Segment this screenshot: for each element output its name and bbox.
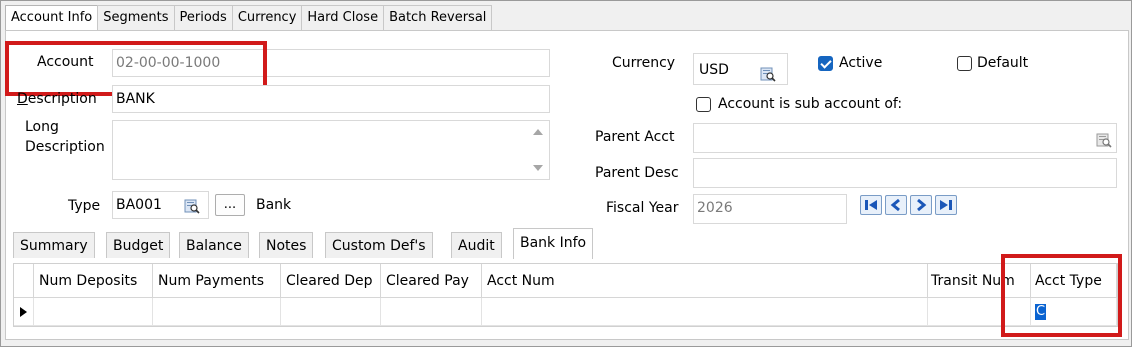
tab-budget[interactable]: Budget <box>106 232 171 258</box>
cell-cleared-pay[interactable] <box>381 298 482 326</box>
type-name: Bank <box>256 197 292 213</box>
currency-value: USD <box>699 62 729 78</box>
fiscal-year-label: Fiscal Year <box>606 200 679 216</box>
first-record-icon[interactable] <box>860 195 882 215</box>
tab-segments[interactable]: Segments <box>97 5 175 30</box>
tab-hard-close[interactable]: Hard Close <box>301 5 385 30</box>
tab-notes[interactable]: Notes <box>259 232 314 258</box>
bank-info-grid: Num Deposits Num Payments Cleared Dep Cl… <box>13 263 1118 327</box>
fiscal-year-field[interactable]: 2026 <box>693 194 847 224</box>
cell-acct-num[interactable] <box>482 298 928 326</box>
tab-batch-reversal[interactable]: Batch Reversal <box>383 5 493 30</box>
currency-label: Currency <box>612 55 676 71</box>
currency-field[interactable]: USD <box>693 53 788 85</box>
cell-cleared-dep[interactable] <box>281 298 381 326</box>
long-description-label-line2: Description <box>25 139 105 155</box>
type-browse-button[interactable]: ... <box>215 194 245 216</box>
long-description-label-line1: Long <box>25 119 59 135</box>
previous-record-icon[interactable] <box>885 195 907 215</box>
acct-type-highlight-box <box>1001 254 1122 337</box>
tab-custom-defs[interactable]: Custom Def's <box>325 232 433 258</box>
tab-currency[interactable]: Currency <box>231 5 303 30</box>
type-field[interactable]: BA001 <box>112 191 209 219</box>
default-label: Default <box>977 55 1029 71</box>
account-window: Account Info Segments Periods Currency H… <box>0 0 1132 347</box>
parent-acct-label: Parent Acct <box>595 129 675 145</box>
top-tab-strip: Account Info Segments Periods Currency H… <box>5 5 493 32</box>
scroll-down-icon[interactable] <box>533 165 543 171</box>
description-label: Description <box>17 91 97 107</box>
currency-lookup-icon[interactable] <box>760 62 776 82</box>
tab-balance[interactable]: Balance <box>179 232 249 258</box>
parent-desc-field[interactable] <box>693 158 1117 188</box>
column-header-acct-num[interactable]: Acct Num <box>482 264 928 298</box>
type-value: BA001 <box>116 197 162 213</box>
sub-account-checkbox[interactable] <box>696 97 711 112</box>
tab-account-info[interactable]: Account Info <box>5 5 99 32</box>
tab-summary[interactable]: Summary <box>13 232 95 258</box>
description-field[interactable]: BANK <box>112 85 550 113</box>
active-label: Active <box>839 55 883 71</box>
type-label: Type <box>68 198 101 214</box>
tab-audit[interactable]: Audit <box>451 232 502 258</box>
parent-acct-field[interactable] <box>693 123 1117 153</box>
row-indicator-header <box>14 264 34 298</box>
last-record-icon[interactable] <box>935 195 957 215</box>
row-indicator[interactable] <box>14 298 34 326</box>
next-record-icon[interactable] <box>910 195 932 215</box>
parent-acct-lookup-icon[interactable] <box>1096 131 1112 148</box>
default-checkbox[interactable] <box>957 56 972 71</box>
active-checkbox[interactable] <box>818 56 833 71</box>
long-description-field[interactable] <box>112 120 550 180</box>
cell-num-deposits[interactable] <box>34 298 153 326</box>
column-header-cleared-pay[interactable]: Cleared Pay <box>381 264 482 298</box>
column-header-num-deposits[interactable]: Num Deposits <box>34 264 153 298</box>
parent-desc-label: Parent Desc <box>595 165 679 181</box>
sub-account-label: Account is sub account of: <box>718 96 903 112</box>
tab-bank-info[interactable]: Bank Info <box>513 228 594 259</box>
cell-num-payments[interactable] <box>153 298 281 326</box>
scroll-up-icon[interactable] <box>533 129 543 135</box>
type-lookup-icon[interactable] <box>184 197 200 214</box>
column-header-num-payments[interactable]: Num Payments <box>153 264 281 298</box>
current-row-arrow-icon <box>20 307 27 317</box>
long-description-scrollbar[interactable] <box>530 121 547 179</box>
column-header-cleared-dep[interactable]: Cleared Dep <box>281 264 381 298</box>
tab-periods[interactable]: Periods <box>173 5 233 30</box>
